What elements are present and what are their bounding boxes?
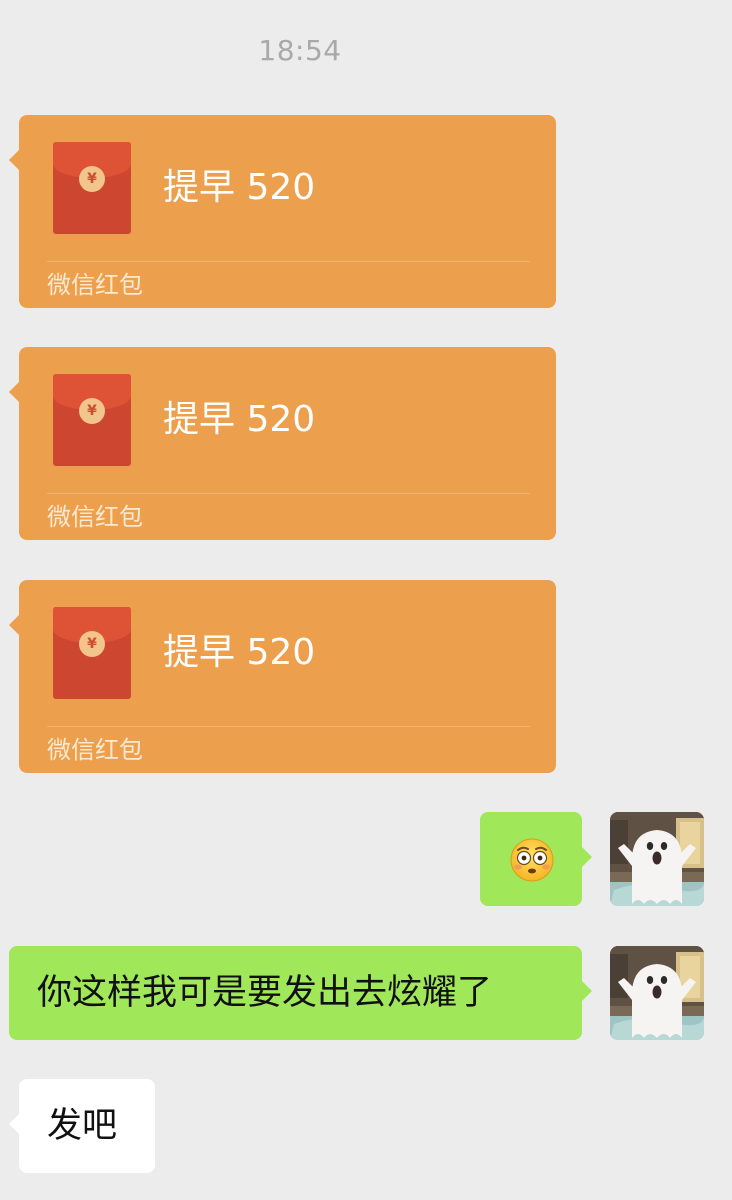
message-text: 发吧 — [47, 1106, 118, 1146]
red-envelope-label: 微信红包 — [47, 271, 143, 299]
ghost-avatar[interactable] — [610, 946, 704, 1040]
red-envelope-icon: ¥ — [53, 374, 131, 466]
red-envelope-title: 提早 520 — [163, 632, 316, 673]
outgoing-emoji-bubble[interactable] — [480, 812, 592, 906]
divider — [47, 493, 530, 494]
red-envelope-label: 微信红包 — [47, 736, 143, 764]
red-envelope-message[interactable]: ¥ 提早 520 微信红包 — [9, 580, 556, 773]
message-text: 你这样我可是要发出去炫耀了 — [37, 973, 493, 1013]
red-envelope-label: 微信红包 — [47, 503, 143, 531]
incoming-text-bubble[interactable]: 发吧 — [9, 1079, 155, 1173]
chat-timestamp: 18:54 — [258, 34, 342, 67]
yuan-coin-icon: ¥ — [79, 166, 105, 192]
outgoing-text-bubble[interactable]: 你这样我可是要发出去炫耀了 — [9, 946, 592, 1040]
red-envelope-message[interactable]: ¥ 提早 520 微信红包 — [9, 115, 556, 308]
yuan-coin-icon: ¥ — [79, 631, 105, 657]
yuan-coin-icon: ¥ — [79, 398, 105, 424]
ghost-avatar[interactable] — [610, 812, 704, 906]
flushed-face-emoji — [510, 838, 554, 882]
divider — [47, 261, 530, 262]
ghost-icon — [610, 812, 704, 906]
red-envelope-title: 提早 520 — [163, 167, 316, 208]
red-envelope-title: 提早 520 — [163, 399, 316, 440]
red-envelope-icon: ¥ — [53, 607, 131, 699]
divider — [47, 726, 530, 727]
ghost-icon — [610, 946, 704, 1040]
red-envelope-message[interactable]: ¥ 提早 520 微信红包 — [9, 347, 556, 540]
red-envelope-icon: ¥ — [53, 142, 131, 234]
